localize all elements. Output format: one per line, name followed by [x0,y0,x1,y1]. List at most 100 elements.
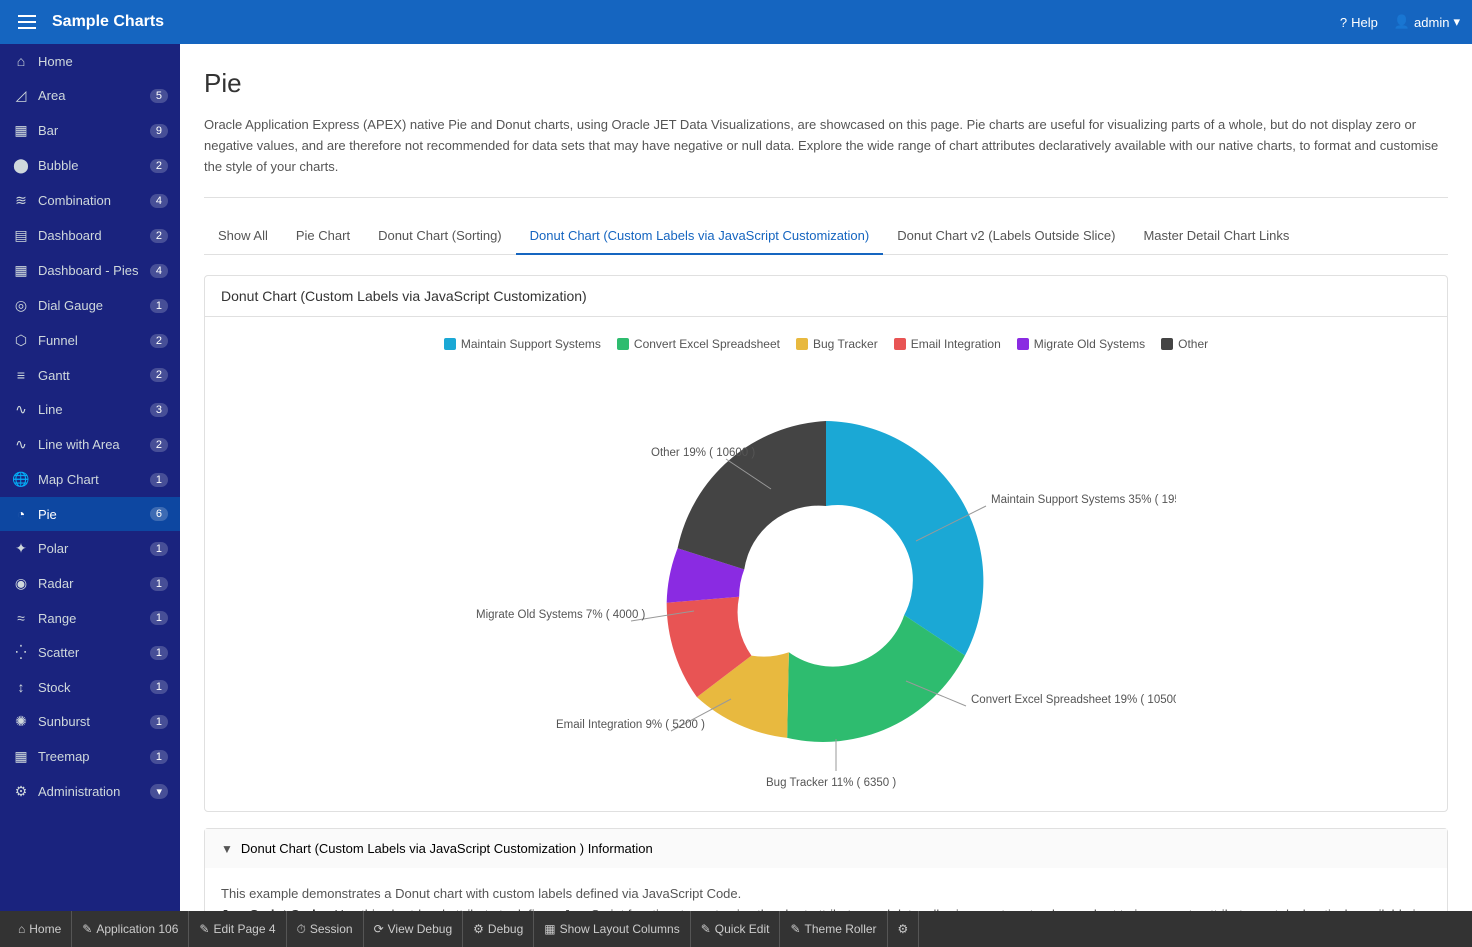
sidebar: ⌂ Home ◿ Area 5 ▦ Bar 9 ⬤ Bubble 2 ≋ Com… [0,44,180,947]
combination-icon: ≋ [12,192,30,209]
bottom-debug-label: Debug [488,922,523,936]
tab-donut-custom[interactable]: Donut Chart (Custom Labels via JavaScrip… [516,218,884,255]
legend-label: Other [1178,337,1208,351]
bottom-quick-edit[interactable]: ✎ Quick Edit [691,911,781,947]
sidebar-item-funnel[interactable]: ⬡ Funnel 2 [0,323,180,358]
sidebar-item-label: Line [38,402,63,417]
bottom-debug[interactable]: ⚙ Debug [463,911,534,947]
quick-edit-icon: ✎ [701,922,711,936]
menu-icon[interactable] [12,7,42,37]
sidebar-item-dashboard[interactable]: ▤ Dashboard 2 [0,218,180,253]
sidebar-item-home[interactable]: ⌂ Home [0,44,180,78]
application-icon: ✎ [82,922,92,936]
sidebar-item-label: Dial Gauge [38,298,103,313]
badge: 1 [150,646,168,660]
sidebar-item-label: Map Chart [38,472,99,487]
sidebar-item-range[interactable]: ≈ Range 1 [0,601,180,635]
pie-icon: ◔ [12,506,30,522]
sidebar-item-dial-gauge[interactable]: ◎ Dial Gauge 1 [0,288,180,323]
top-header: Sample Charts ? Help 👤 admin ▾ [0,0,1472,44]
bottom-session-label: Session [310,922,353,936]
bottom-show-layout-label: Show Layout Columns [560,922,680,936]
radar-icon: ◉ [12,575,30,592]
sidebar-item-administration[interactable]: ⚙ Administration ▾ [0,774,180,809]
scatter-icon: ⁛ [12,644,30,661]
sidebar-item-pie[interactable]: ◔ Pie 6 [0,497,180,531]
gantt-icon: ≡ [12,367,30,383]
administration-icon: ⚙ [12,783,30,800]
sidebar-item-polar[interactable]: ✦ Polar 1 [0,531,180,566]
label-migrate: Migrate Old Systems 7% ( 4000 ) [476,609,646,621]
label-convert: Convert Excel Spreadsheet 19% ( 10500 ) [971,694,1176,706]
bottom-session[interactable]: ⏱ Session [287,911,364,947]
sidebar-item-label: Area [38,88,65,103]
help-icon: ? [1340,15,1347,30]
tab-bar: Show All Pie Chart Donut Chart (Sorting)… [204,218,1448,255]
sidebar-item-stock[interactable]: ↕ Stock 1 [0,670,180,704]
range-icon: ≈ [12,610,30,626]
bottom-view-debug[interactable]: ⟳ View Debug [364,911,464,947]
info-line1: This example demonstrates a Donut chart … [221,884,1431,905]
bottom-home-label: Home [29,922,61,936]
sidebar-item-combination[interactable]: ≋ Combination 4 [0,183,180,218]
bottom-show-layout[interactable]: ▦ Show Layout Columns [534,911,690,947]
label-maintain: Maintain Support Systems 35% ( 19500 ) [991,494,1176,506]
sidebar-item-scatter[interactable]: ⁛ Scatter 1 [0,635,180,670]
badge: 1 [150,611,168,625]
help-link[interactable]: ? Help [1340,15,1378,30]
dial-gauge-icon: ◎ [12,297,30,314]
sidebar-item-sunburst[interactable]: ✺ Sunburst 1 [0,704,180,739]
badge: 1 [150,715,168,729]
sidebar-item-radar[interactable]: ◉ Radar 1 [0,566,180,601]
tab-master-detail[interactable]: Master Detail Chart Links [1129,218,1303,255]
bar-icon: ▦ [12,122,30,139]
main-layout: ⌂ Home ◿ Area 5 ▦ Bar 9 ⬤ Bubble 2 ≋ Com… [0,44,1472,947]
tab-donut-sorting[interactable]: Donut Chart (Sorting) [364,218,516,255]
edit-page-icon: ✎ [199,922,209,936]
sidebar-item-map-chart[interactable]: 🌐 Map Chart 1 [0,462,180,497]
sidebar-item-area[interactable]: ◿ Area 5 [0,78,180,113]
page-description: Oracle Application Express (APEX) native… [204,115,1448,198]
area-icon: ◿ [12,87,30,104]
sidebar-item-label: Gantt [38,368,70,383]
sidebar-item-line[interactable]: ∿ Line 3 [0,392,180,427]
sidebar-item-label: Sunburst [38,714,90,729]
badge: 2 [150,438,168,452]
tab-pie-chart[interactable]: Pie Chart [282,218,364,255]
bottom-application[interactable]: ✎ Application 106 [72,911,189,947]
sidebar-item-label: Range [38,611,76,626]
bottom-theme-roller[interactable]: ✎ Theme Roller [780,911,887,947]
badge: 3 [150,403,168,417]
bottom-home[interactable]: ⌂ Home [8,911,72,947]
sidebar-item-label: Home [38,54,73,69]
donut-hole [751,506,901,656]
home-icon: ⌂ [18,922,25,936]
dashboard-pies-icon: ▦ [12,262,30,279]
donut-chart-container: Other 19% ( 10600 ) Maintain Support Sys… [225,371,1427,791]
chart-section: Donut Chart (Custom Labels via JavaScrip… [204,275,1448,812]
sunburst-icon: ✺ [12,713,30,730]
badge: 9 [150,124,168,138]
sidebar-item-dashboard-pies[interactable]: ▦ Dashboard - Pies 4 [0,253,180,288]
sidebar-item-label: Polar [38,541,68,556]
admin-link[interactable]: 👤 admin ▾ [1394,14,1460,30]
dashboard-icon: ▤ [12,227,30,244]
content-area: Pie Oracle Application Express (APEX) na… [180,44,1472,947]
sidebar-item-bubble[interactable]: ⬤ Bubble 2 [0,148,180,183]
sidebar-item-gantt[interactable]: ≡ Gantt 2 [0,358,180,392]
page-title: Pie [204,68,1448,99]
bottom-edit-page[interactable]: ✎ Edit Page 4 [189,911,286,947]
session-icon: ⏱ [297,922,306,937]
sidebar-item-label: Dashboard - Pies [38,263,138,278]
info-header[interactable]: ▼ Donut Chart (Custom Labels via JavaScr… [205,829,1447,868]
tab-donut-v2[interactable]: Donut Chart v2 (Labels Outside Slice) [883,218,1129,255]
sidebar-item-line-area[interactable]: ∿ Line with Area 2 [0,427,180,462]
label-other: Other 19% ( 10600 ) [651,447,755,459]
sidebar-item-treemap[interactable]: ▦ Treemap 1 [0,739,180,774]
sidebar-item-bar[interactable]: ▦ Bar 9 [0,113,180,148]
bottom-settings[interactable]: ⚙ [888,911,920,947]
theme-roller-icon: ✎ [790,922,800,936]
badge: 2 [150,368,168,382]
donut-chart-svg: Other 19% ( 10600 ) Maintain Support Sys… [476,341,1176,821]
tab-show-all[interactable]: Show All [204,218,282,255]
